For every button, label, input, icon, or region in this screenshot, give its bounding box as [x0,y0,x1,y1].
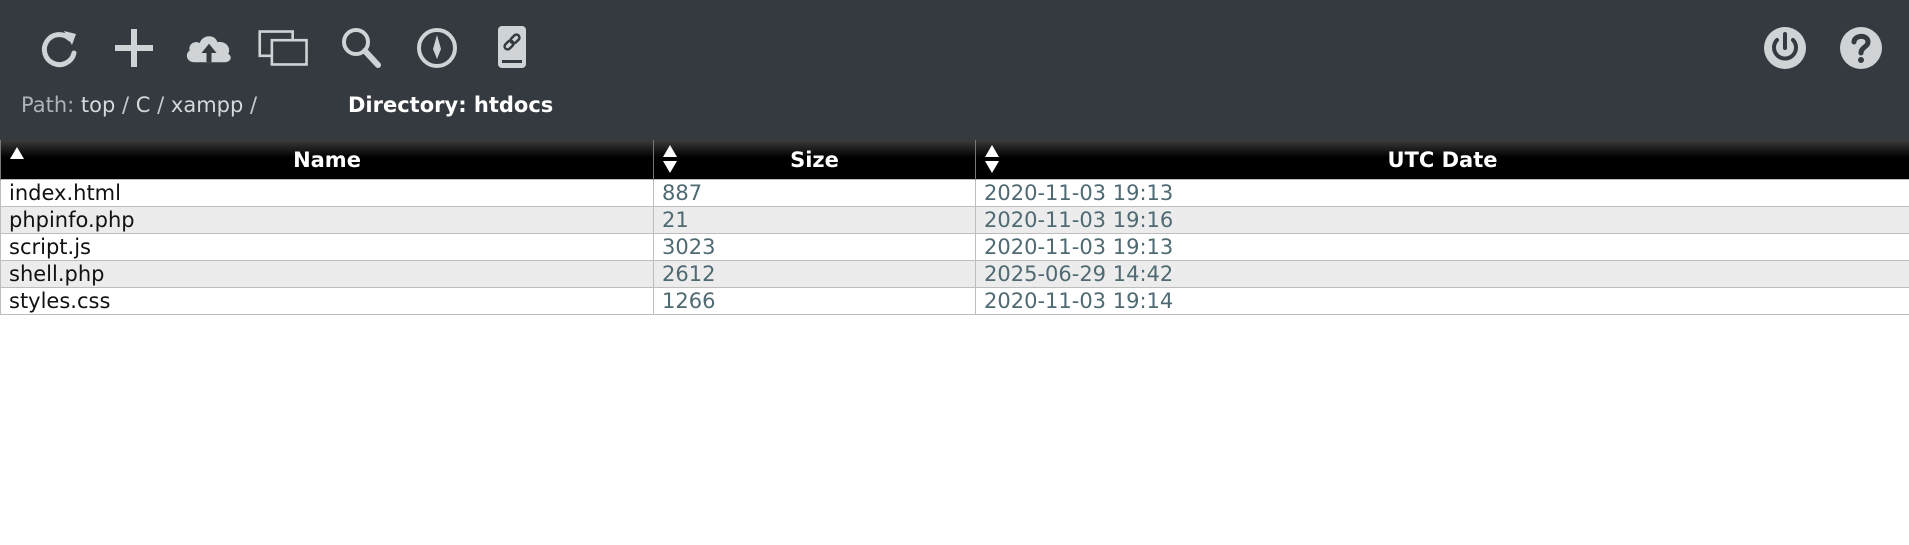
new-button[interactable] [108,22,160,74]
file-size: 2612 [653,260,976,288]
path-segment-top[interactable]: top [81,93,115,117]
link-drive-icon [498,26,526,68]
help-button[interactable] [1835,22,1887,74]
file-date: 2020-11-03 19:13 [975,179,1909,207]
cloud-upload-icon [186,36,231,63]
search-button[interactable] [335,22,387,74]
column-label-date: UTC Date [1387,147,1498,172]
current-directory: Directory: htdocs [348,93,554,117]
path-segment-c[interactable]: C [136,93,151,117]
path-segment-xampp[interactable]: xampp [171,93,243,117]
file-date: 2020-11-03 19:13 [975,233,1909,261]
file-date: 2020-11-03 19:14 [975,287,1909,315]
file-name[interactable]: shell.php [0,260,654,288]
column-header-size[interactable]: Size [653,140,976,180]
file-name[interactable]: index.html [0,179,654,207]
upload-button[interactable] [183,22,235,74]
refresh-icon [41,31,77,68]
link-button[interactable] [486,22,538,74]
compass-button[interactable] [411,22,463,74]
table-row[interactable]: shell.php 2612 2025-06-29 14:42 [0,260,1909,288]
search-icon [342,28,381,68]
column-header-name[interactable]: Name [0,140,654,180]
file-name[interactable]: script.js [0,233,654,261]
column-label-name: Name [293,147,361,172]
file-name[interactable]: phpinfo.php [0,206,654,234]
table-row[interactable]: phpinfo.php 21 2020-11-03 19:16 [0,206,1909,234]
path-separator: / [122,93,130,117]
sort-both-icon [985,145,999,173]
table-row[interactable]: script.js 3023 2020-11-03 19:13 [0,233,1909,261]
power-icon [1764,27,1806,69]
column-label-size: Size [790,147,839,172]
help-icon [1840,27,1882,69]
refresh-button[interactable] [33,22,85,74]
breadcrumb: Path: top / C / xampp / [21,93,257,117]
file-size: 3023 [653,233,976,261]
file-size: 1266 [653,287,976,315]
file-table: Name Size UTC Date index.html 887 2020-1… [0,140,1909,315]
table-header-row: Name Size UTC Date [0,140,1909,180]
path-label: Path: [21,93,75,117]
top-bar: Path: top / C / xampp / Directory: htdoc… [0,0,1909,140]
file-name[interactable]: styles.css [0,287,654,315]
file-size: 21 [653,206,976,234]
path-separator: / [250,93,258,117]
file-date: 2020-11-03 19:16 [975,206,1909,234]
sort-ascending-icon [10,147,24,159]
plus-icon [115,29,153,67]
compass-icon [417,28,457,68]
table-row[interactable]: index.html 887 2020-11-03 19:13 [0,179,1909,207]
column-header-date[interactable]: UTC Date [975,140,1909,180]
file-date: 2025-06-29 14:42 [975,260,1909,288]
path-separator: / [157,93,165,117]
power-button[interactable] [1759,22,1811,74]
table-row[interactable]: styles.css 1266 2020-11-03 19:14 [0,287,1909,315]
sort-both-icon [663,145,677,173]
file-size: 887 [653,179,976,207]
toolbar [0,0,1909,95]
windows-icon [258,30,308,66]
windows-button[interactable] [258,22,310,74]
